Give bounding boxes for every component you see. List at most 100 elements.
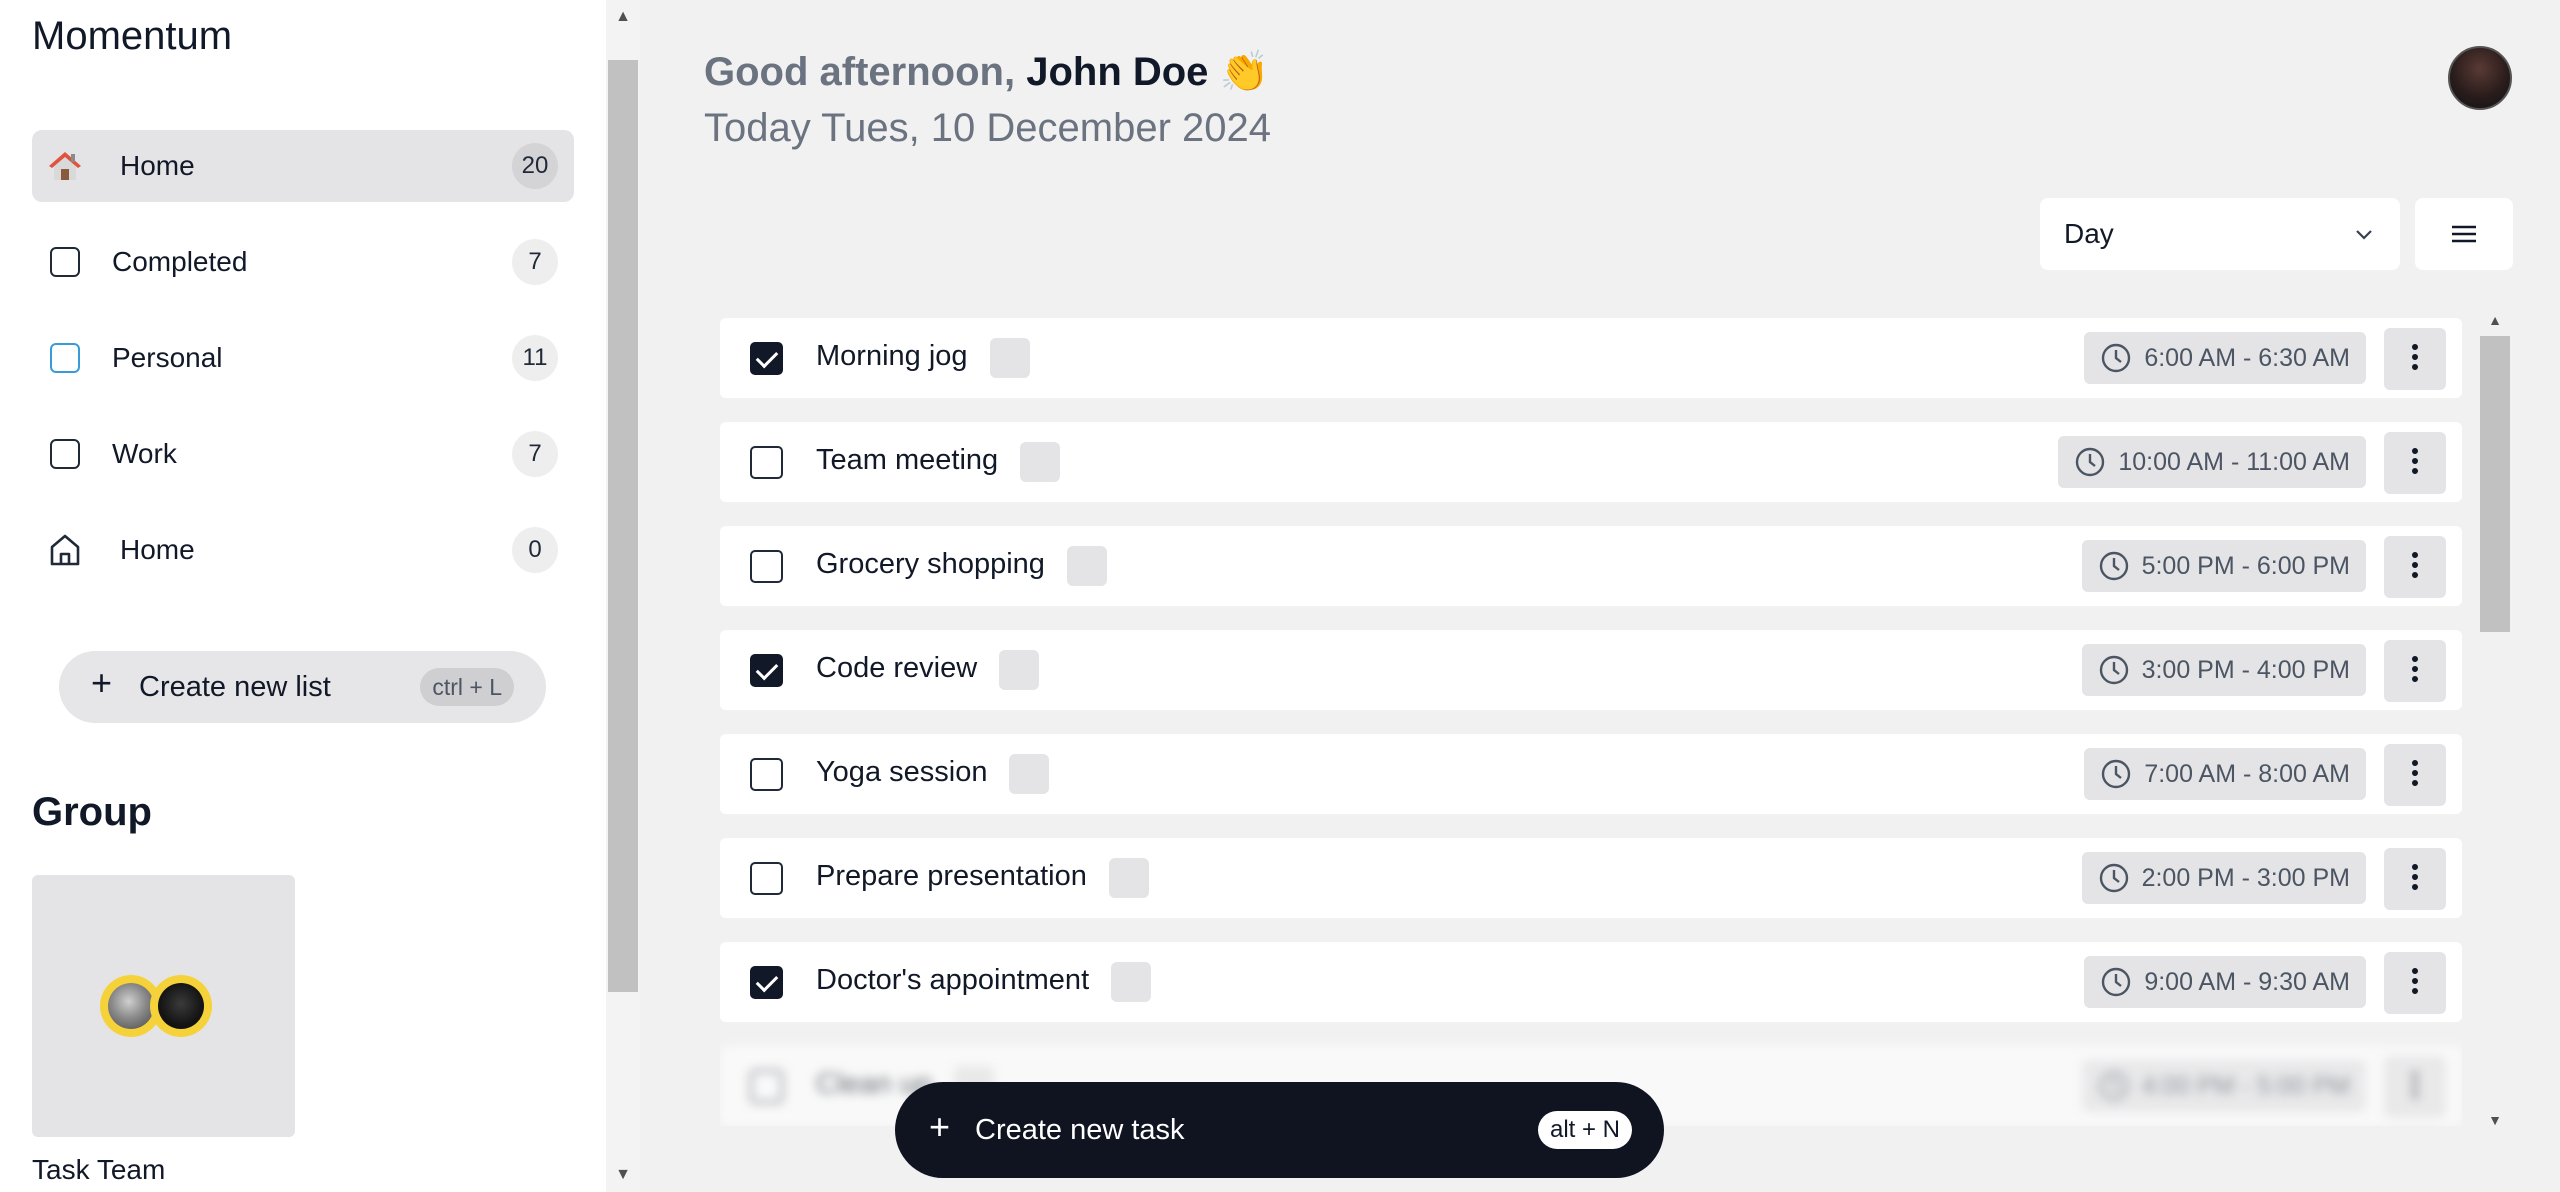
house-outline-icon <box>48 533 82 567</box>
task-list: Morning jog 6:00 AM - 6:30 AM Team meeting… <box>720 318 2462 1126</box>
task-row[interactable]: Doctor's appointment 9:00 AM - 9:30 AM <box>720 942 2462 1022</box>
kebab-menu-icon <box>2411 655 2419 688</box>
task-row[interactable]: Morning jog 6:00 AM - 6:30 AM <box>720 318 2462 398</box>
task-time-label: 5:00 PM - 6:00 PM <box>2141 551 2350 580</box>
kebab-menu-icon <box>2411 863 2419 896</box>
kebab-menu-icon <box>2411 1071 2419 1104</box>
task-tag[interactable] <box>1109 858 1149 898</box>
kebab-menu-icon <box>2411 447 2419 480</box>
more-options-button[interactable] <box>2384 328 2446 390</box>
count-badge: 0 <box>512 527 558 573</box>
sidebar-item-label: Completed <box>112 246 248 277</box>
task-checkbox[interactable] <box>750 342 783 375</box>
task-time-label: 3:00 PM - 4:00 PM <box>2141 655 2350 684</box>
task-checkbox[interactable] <box>750 550 783 583</box>
task-tag[interactable] <box>1111 962 1151 1002</box>
group-card[interactable] <box>32 875 295 1137</box>
clapping-hands-icon: 👏 <box>1219 50 1270 94</box>
create-task-label: Create new task <box>975 1113 1185 1146</box>
kebab-menu-icon <box>2411 967 2419 1000</box>
task-checkbox[interactable] <box>750 862 783 895</box>
sidebar: Momentum Home 20 Completed 7 Personal 11… <box>0 0 606 1192</box>
count-badge: 11 <box>512 335 558 381</box>
more-options-button[interactable] <box>2384 1056 2446 1118</box>
count-badge: 7 <box>512 431 558 477</box>
more-options-button[interactable] <box>2384 952 2446 1014</box>
avatar <box>150 975 212 1037</box>
task-list-scrollbar-thumb[interactable] <box>2480 336 2510 632</box>
more-options-button[interactable] <box>2384 536 2446 598</box>
sidebar-scrollbar-thumb[interactable] <box>608 60 638 992</box>
create-list-label: Create new list <box>139 670 331 703</box>
house-color-icon <box>48 149 82 183</box>
task-checkbox[interactable] <box>750 446 783 479</box>
task-title: Prepare presentation <box>816 860 1087 892</box>
view-select-value: Day <box>2064 218 2114 249</box>
more-options-button[interactable] <box>2384 432 2446 494</box>
count-badge: 20 <box>512 143 558 189</box>
sidebar-item-home[interactable]: Home 20 <box>32 130 574 202</box>
menu-button[interactable] <box>2415 198 2513 270</box>
greeting: Good afternoon, John Doe 👏 <box>704 48 1269 95</box>
kebab-menu-icon <box>2411 343 2419 376</box>
task-time: 7:00 AM - 8:00 AM <box>2084 748 2366 800</box>
sidebar-item-personal[interactable]: Personal 11 <box>32 322 574 394</box>
task-title: Grocery shopping <box>816 548 1045 580</box>
task-tag[interactable] <box>999 650 1039 690</box>
greeting-prefix: Good afternoon, <box>704 50 1016 94</box>
create-task-button[interactable]: + Create new task alt + N <box>895 1082 1664 1178</box>
task-row[interactable]: Grocery shopping 5:00 PM - 6:00 PM <box>720 526 2462 606</box>
more-options-button[interactable] <box>2384 848 2446 910</box>
task-row[interactable]: Team meeting 10:00 AM - 11:00 AM <box>720 422 2462 502</box>
more-options-button[interactable] <box>2384 640 2446 702</box>
sidebar-item-label: Work <box>112 438 177 469</box>
scroll-up-arrow-icon[interactable]: ▲ <box>606 2 640 32</box>
plus-icon: + <box>91 662 113 703</box>
group-name: Task Team <box>32 1154 166 1185</box>
kebab-menu-icon <box>2411 551 2419 584</box>
task-row[interactable]: Yoga session 7:00 AM - 8:00 AM <box>720 734 2462 814</box>
kebab-menu-icon <box>2411 759 2419 792</box>
scroll-down-arrow-icon[interactable]: ▼ <box>2478 1108 2512 1132</box>
task-title: Code review <box>816 652 978 684</box>
sidebar-item-completed[interactable]: Completed 7 <box>32 226 574 298</box>
task-title: Yoga session <box>816 756 988 788</box>
app-title: Momentum <box>32 14 233 58</box>
sidebar-item-label: Home <box>120 534 195 565</box>
task-time: 4:00 PM - 5:00 PM <box>2081 1060 2366 1112</box>
scroll-up-arrow-icon[interactable]: ▲ <box>2478 308 2512 332</box>
sidebar-item-work[interactable]: Work 7 <box>32 418 574 490</box>
task-time-label: 4:00 PM - 5:00 PM <box>2141 1071 2350 1100</box>
task-checkbox[interactable] <box>750 654 783 687</box>
task-time: 6:00 AM - 6:30 AM <box>2084 332 2366 384</box>
sidebar-item-home-2[interactable]: Home 0 <box>32 514 574 586</box>
view-select[interactable]: Day <box>2040 198 2400 270</box>
task-row[interactable]: Code review 3:00 PM - 4:00 PM <box>720 630 2462 710</box>
create-list-button[interactable]: + Create new list ctrl + L <box>59 651 546 723</box>
task-title: Team meeting <box>816 444 999 476</box>
sidebar-item-label: Home <box>120 150 195 181</box>
sidebar-item-label: Personal <box>112 342 223 373</box>
task-tag[interactable] <box>1009 754 1049 794</box>
task-time: 10:00 AM - 11:00 AM <box>2058 436 2366 488</box>
profile-avatar[interactable] <box>2448 46 2512 110</box>
group-heading: Group <box>32 790 152 834</box>
task-time-label: 7:00 AM - 8:00 AM <box>2144 759 2350 788</box>
task-time-label: 9:00 AM - 9:30 AM <box>2144 967 2350 996</box>
today-date: Today Tues, 10 December 2024 <box>704 106 1272 150</box>
count-badge: 7 <box>512 239 558 285</box>
task-time: 3:00 PM - 4:00 PM <box>2081 644 2366 696</box>
task-row[interactable]: Prepare presentation 2:00 PM - 3:00 PM <box>720 838 2462 918</box>
task-title: Morning jog <box>816 340 968 372</box>
more-options-button[interactable] <box>2384 744 2446 806</box>
task-tag[interactable] <box>1067 546 1107 586</box>
scroll-down-arrow-icon[interactable]: ▼ <box>606 1160 640 1190</box>
task-tag[interactable] <box>990 338 1030 378</box>
checkbox-icon <box>48 245 82 279</box>
user-name: John Doe <box>1026 50 1209 94</box>
task-checkbox[interactable] <box>750 966 783 999</box>
task-tag[interactable] <box>1020 442 1060 482</box>
task-checkbox[interactable] <box>750 1070 783 1103</box>
task-checkbox[interactable] <box>750 758 783 791</box>
task-time: 9:00 AM - 9:30 AM <box>2084 956 2366 1008</box>
